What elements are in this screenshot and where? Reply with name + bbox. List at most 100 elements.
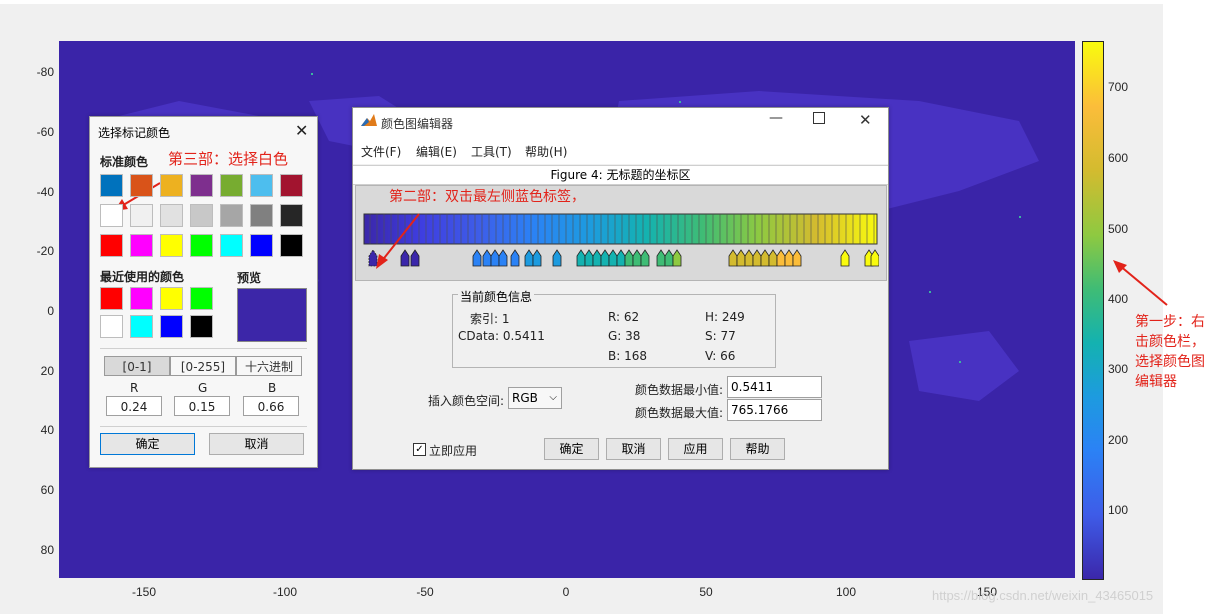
ok-button[interactable]: 确定 (100, 433, 195, 455)
standard-color-swatch[interactable] (130, 234, 153, 257)
color-marker-tab[interactable] (744, 249, 754, 267)
color-marker-tab[interactable] (672, 249, 682, 267)
color-marker-tab[interactable] (752, 249, 762, 267)
color-marker-tab[interactable] (576, 249, 586, 267)
standard-color-swatch[interactable] (190, 204, 213, 227)
menu-edit[interactable]: 编辑(E) (416, 143, 457, 160)
colorspace-select[interactable]: RGB ⌵ (508, 387, 562, 409)
standard-color-swatch[interactable] (250, 204, 273, 227)
standard-color-swatch[interactable] (220, 204, 243, 227)
colorbar-tick-label: 600 (1108, 151, 1129, 165)
color-marker-tab[interactable] (498, 249, 508, 267)
apply-button[interactable]: 应用 (668, 438, 723, 460)
color-marker-tab[interactable] (664, 249, 674, 267)
standard-color-swatch[interactable] (190, 234, 213, 257)
color-marker-tab[interactable] (776, 249, 786, 267)
close-icon[interactable]: ✕ (859, 111, 872, 129)
color-marker-tab[interactable] (510, 249, 520, 267)
standard-color-swatch[interactable] (100, 174, 123, 197)
color-marker-tab[interactable] (532, 249, 542, 267)
standard-color-swatch[interactable] (220, 174, 243, 197)
standard-colors-label: 标准颜色 (100, 155, 149, 169)
color-marker-tab[interactable] (728, 249, 738, 267)
color-marker-tab[interactable] (616, 249, 626, 267)
standard-color-swatch[interactable] (220, 234, 243, 257)
color-marker-tab[interactable] (640, 249, 650, 267)
color-marker-tab[interactable] (784, 249, 794, 267)
minimize-icon[interactable]: — (769, 110, 783, 126)
b-input[interactable]: 0.66 (243, 396, 299, 416)
standard-color-swatch[interactable] (100, 204, 123, 227)
cdata-min-input[interactable]: 0.5411 (727, 376, 822, 398)
color-marker-tab[interactable] (482, 249, 492, 267)
color-marker-tab[interactable] (632, 249, 642, 267)
menu-help[interactable]: 帮助(H) (525, 143, 567, 160)
recent-color-swatch[interactable] (190, 315, 213, 338)
color-marker-tab[interactable] (592, 249, 602, 267)
recent-color-swatch[interactable] (160, 315, 183, 338)
y-tick-label: -20 (36, 244, 54, 258)
help-button[interactable]: 帮助 (730, 438, 785, 460)
mode-tab-hex[interactable]: 十六进制 (236, 356, 302, 376)
color-marker-tab[interactable] (656, 249, 666, 267)
cdata-max-input[interactable]: 765.1766 (727, 399, 822, 421)
cancel-button[interactable]: 取消 (209, 433, 304, 455)
color-marker-tab[interactable] (768, 249, 778, 267)
colormap-strip[interactable] (363, 212, 879, 270)
dialog-title: 选择标记颜色 (98, 126, 171, 140)
standard-color-swatch[interactable] (280, 204, 303, 227)
colorbar[interactable] (1082, 41, 1104, 580)
color-marker-tab[interactable] (524, 249, 534, 267)
ok-button[interactable]: 确定 (544, 438, 599, 460)
color-marker-tab[interactable] (490, 249, 500, 267)
standard-color-swatch[interactable] (160, 174, 183, 197)
menu-tools[interactable]: 工具(T) (471, 143, 512, 160)
y-tick-label: -80 (36, 65, 54, 79)
color-marker-tab[interactable] (608, 249, 618, 267)
recent-color-swatch[interactable] (100, 287, 123, 310)
b-value-text: B: 168 (608, 349, 647, 363)
close-icon[interactable]: ✕ (295, 123, 308, 139)
menu-file[interactable]: 文件(F) (361, 143, 401, 160)
standard-color-swatch[interactable] (280, 234, 303, 257)
r-input[interactable]: 0.24 (106, 396, 162, 416)
recent-color-swatch[interactable] (160, 287, 183, 310)
standard-color-swatch[interactable] (160, 234, 183, 257)
color-marker-tabs[interactable] (368, 249, 879, 267)
color-marker-tab[interactable] (840, 249, 850, 267)
color-marker-tab[interactable] (600, 249, 610, 267)
standard-color-swatch[interactable] (130, 174, 153, 197)
x-tick-label: 0 (562, 585, 570, 599)
mode-tab-unit[interactable]: [0-1] (104, 356, 170, 376)
colorbar-tick-label: 100 (1108, 503, 1129, 517)
recent-color-swatch[interactable] (100, 315, 123, 338)
color-marker-tab[interactable] (472, 249, 482, 267)
maximize-icon[interactable] (813, 112, 825, 124)
color-marker-tab[interactable] (870, 249, 879, 267)
annotation-arrow-icon (1113, 260, 1168, 306)
recent-color-swatch[interactable] (130, 287, 153, 310)
standard-color-swatch[interactable] (100, 234, 123, 257)
standard-color-swatch[interactable] (250, 234, 273, 257)
standard-color-swatch[interactable] (250, 174, 273, 197)
standard-color-swatch[interactable] (280, 174, 303, 197)
color-marker-tab[interactable] (584, 249, 594, 267)
apply-immediately-checkbox[interactable]: ✓ (413, 443, 426, 456)
preview-label: 预览 (237, 271, 262, 285)
g-input[interactable]: 0.15 (174, 396, 230, 416)
annotation-step2: 第二部：双击最左侧蓝色标签， (389, 189, 585, 205)
recent-color-swatch[interactable] (190, 287, 213, 310)
standard-color-swatch[interactable] (160, 204, 183, 227)
color-marker-tab[interactable] (624, 249, 634, 267)
mode-tab-255[interactable]: [0-255] (170, 356, 236, 376)
cancel-button[interactable]: 取消 (606, 438, 661, 460)
color-preview (237, 288, 307, 342)
standard-color-swatch[interactable] (130, 204, 153, 227)
recent-color-swatch[interactable] (130, 315, 153, 338)
color-marker-tab[interactable] (552, 249, 562, 267)
color-marker-tab[interactable] (760, 249, 770, 267)
color-marker-tab[interactable] (736, 249, 746, 267)
g-value-text: G: 38 (608, 329, 641, 343)
standard-color-swatch[interactable] (190, 174, 213, 197)
color-marker-tab[interactable] (792, 249, 802, 267)
